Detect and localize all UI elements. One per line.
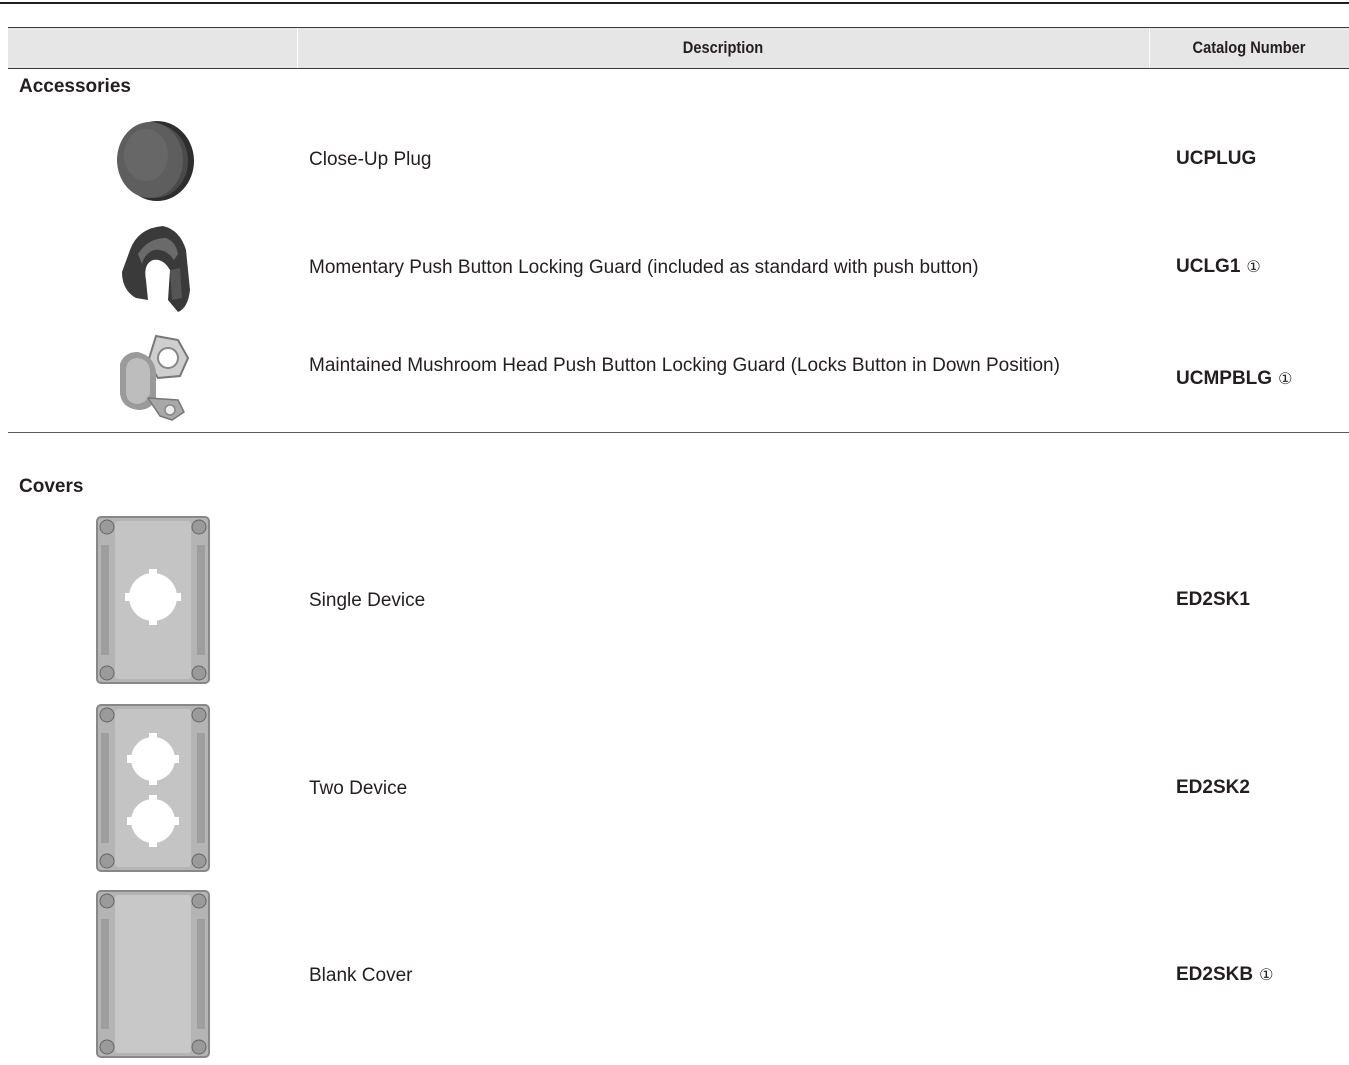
item-description: Blank Cover (309, 965, 413, 986)
header-separator (297, 28, 298, 68)
table-row: Single Device ED2SK1 (8, 512, 1349, 688)
section-title-covers: Covers (19, 476, 84, 497)
top-rule (0, 2, 1349, 4)
catalog-code: ED2SKB (1176, 964, 1254, 985)
table-header: Description Catalog Number (8, 27, 1349, 69)
catalog-number: ED2SK1 (1176, 589, 1250, 611)
item-description: Single Device (309, 590, 426, 611)
catalog-code: ED2SK2 (1176, 777, 1250, 798)
footnote-marker: ① (1278, 371, 1293, 388)
catalog-code: UCPLUG (1176, 148, 1257, 169)
blank-cover-icon (8, 886, 297, 1062)
catalog-code: UCMPBLG (1176, 368, 1273, 389)
table-row: Maintained Mushroom Head Push Button Loc… (8, 328, 1349, 424)
catalog-code: UCLG1 (1176, 256, 1241, 277)
footnote-marker: ① (1246, 259, 1261, 276)
mushroom-guard-icon (8, 328, 297, 424)
catalog-number: ED2SKB ① (1176, 964, 1273, 986)
item-description: Close-Up Plug (309, 149, 432, 170)
two-device-cover-icon (8, 700, 297, 876)
single-device-cover-icon (8, 512, 297, 688)
section-divider (8, 432, 1349, 433)
table-row: Two Device ED2SK2 (8, 700, 1349, 876)
locking-guard-icon (8, 220, 297, 316)
header-separator (1149, 28, 1150, 68)
table-row: Momentary Push Button Locking Guard (inc… (8, 220, 1349, 316)
description-column-header: Description (682, 38, 764, 57)
item-description: Maintained Mushroom Head Push Button Loc… (309, 355, 1060, 376)
catalog-code: ED2SK1 (1176, 589, 1250, 610)
catalog-number: UCLG1 ① (1176, 256, 1261, 278)
catalog-number: UCMPBLG ① (1176, 368, 1292, 390)
item-description: Momentary Push Button Locking Guard (inc… (309, 257, 979, 278)
table-row: Close-Up Plug UCPLUG (8, 112, 1349, 208)
round-plug-icon (8, 112, 297, 208)
table-row: Blank Cover ED2SKB ① (8, 886, 1349, 1062)
catalog-number: ED2SK2 (1176, 777, 1250, 799)
item-description: Two Device (309, 778, 408, 799)
section-title-accessories: Accessories (19, 76, 131, 97)
footnote-marker: ① (1259, 967, 1274, 984)
catalog-number: UCPLUG (1176, 148, 1256, 170)
catalog-number-column-header: Catalog Number (1192, 38, 1306, 57)
